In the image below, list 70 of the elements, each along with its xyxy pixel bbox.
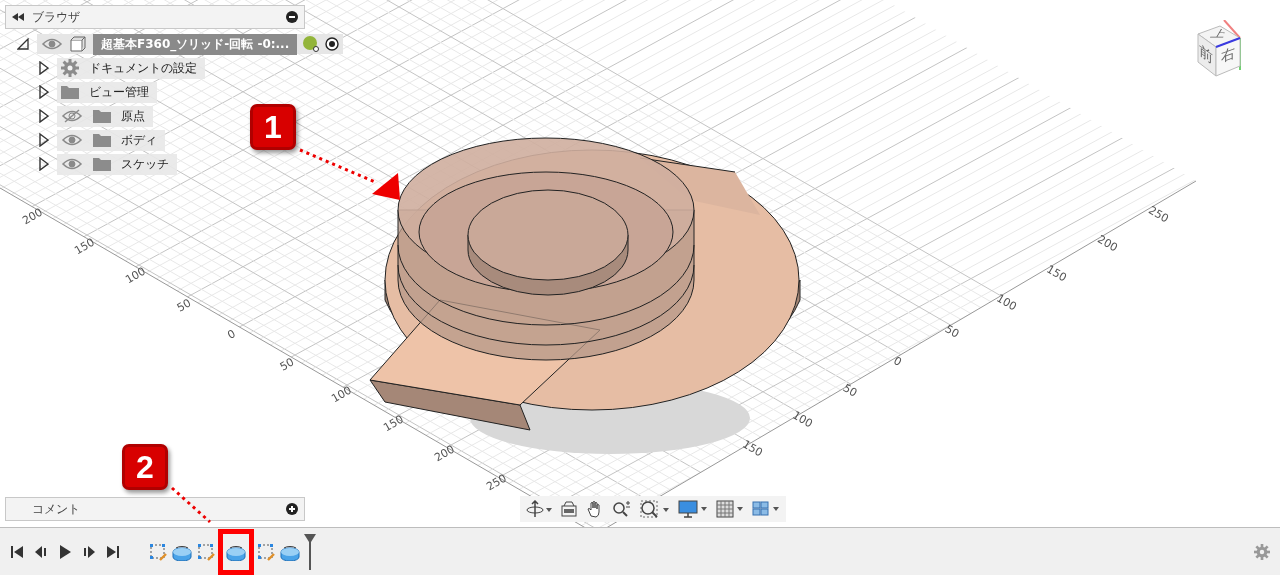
axis-tick-label: 150 [380,412,406,435]
axis-tick-label: 50 [942,322,962,341]
axis-tick-label: 150 [739,438,765,460]
callout-number: 2 [122,444,168,490]
step-forward-icon[interactable] [82,544,96,559]
eye-icon[interactable] [61,157,83,171]
badge-icon[interactable] [303,36,320,52]
play-icon[interactable] [58,544,72,559]
browser-tree-item[interactable]: スケッチ [57,153,177,175]
look-at-icon[interactable] [560,500,578,518]
sketch-icon[interactable] [149,542,167,561]
leader-line [171,486,211,524]
go-to-start-icon[interactable] [10,544,24,559]
eye-icon[interactable] [41,37,63,51]
folder-icon [93,133,111,147]
timeline-marker-icon[interactable] [304,533,316,570]
cube-face-label: 右 [1221,43,1235,67]
axis-tick-label: 200 [1095,232,1121,255]
browser-tree-item[interactable]: ドキュメントの設定 [57,57,205,79]
step-back-icon[interactable] [34,544,48,559]
expand-triangle-icon[interactable] [39,85,49,99]
axis-tick-label: 200 [432,442,457,465]
browser-tree-item[interactable]: ビュー管理 [57,81,157,103]
collapse-triangle-icon[interactable] [17,38,29,50]
axis-tick-label: 250 [1146,203,1171,226]
axis-tick-label: 200 [20,205,45,228]
component-cube-icon [69,36,87,52]
axis-tick-label: 50 [174,296,193,315]
axis-tick-label: 0 [891,353,904,369]
axis-tick-label: 100 [993,291,1019,314]
viewports-icon[interactable] [752,500,780,518]
axis-tick-label: 100 [790,408,816,431]
sketch-icon[interactable] [197,542,215,561]
panel-title: コメント [31,500,81,518]
go-to-end-icon[interactable] [106,544,120,559]
minimize-icon[interactable] [286,11,298,23]
callout-number: 1 [250,104,296,150]
axis-tick-label: 0 [225,327,238,343]
add-icon[interactable] [286,503,298,515]
browser-tree-item[interactable]: 原点 [57,105,153,127]
axis-tick-label: 150 [1044,262,1070,284]
display-icon[interactable] [678,500,708,518]
expand-triangle-icon[interactable] [39,133,49,147]
axis-tick-label: 50 [277,355,296,374]
folder-icon [61,85,79,99]
expand-triangle-icon[interactable] [39,61,49,75]
zoom-window-icon[interactable] [640,500,670,518]
gear-icon [61,59,79,77]
eye-icon[interactable] [61,133,83,147]
folder-icon [93,109,111,123]
zoom-icon[interactable] [612,500,632,518]
axis-tick-label: 250 [483,472,509,494]
expand-triangle-icon[interactable] [39,109,49,123]
axis-tick-label: 100 [329,383,354,405]
browser-tree-item[interactable]: ボディ [57,129,165,151]
folder-icon [93,157,111,171]
axis-tick-label: 50 [840,381,860,400]
panel-title: ブラウザ [32,8,81,26]
expand-triangle-icon[interactable] [39,157,49,171]
axis-tick-label: 150 [71,235,97,257]
cube-face-label: 前 [1199,41,1213,69]
sketch-icon[interactable] [257,542,275,561]
activate-radio-icon[interactable] [325,37,340,51]
cube-face-label: 上 [1208,27,1230,41]
orbit-icon[interactable] [526,500,552,518]
component-name: 超基本F360_ソリッド-回転 -0:... [93,33,298,55]
eye-slash-icon[interactable] [61,109,83,123]
collapse-panel-icon[interactable] [12,13,24,21]
axis-tick-label: 100 [123,264,148,287]
grid-icon[interactable] [716,500,744,518]
